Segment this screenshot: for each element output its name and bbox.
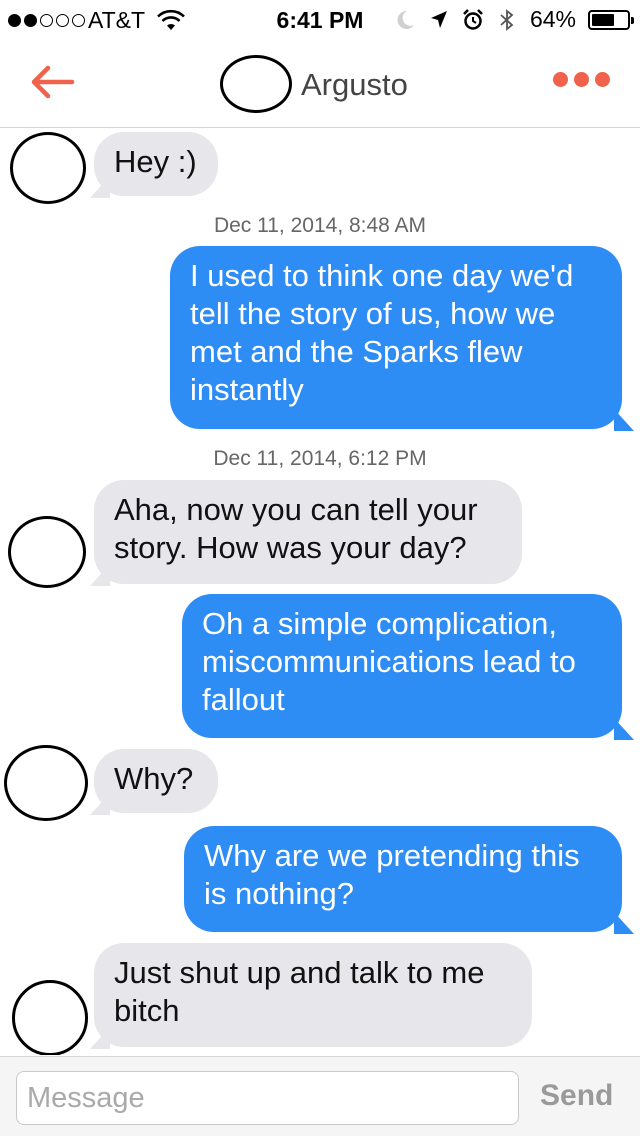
outgoing-message: Why are we pretending this is nothing? <box>184 826 622 932</box>
send-button[interactable]: Send <box>540 1079 613 1113</box>
location-arrow-icon <box>430 10 447 28</box>
arrow-left-icon[interactable] <box>26 62 82 102</box>
incoming-message: Aha, now you can tell your story. How wa… <box>94 480 522 584</box>
message-timestamp: Dec 11, 2014, 8:48 AM <box>213 214 427 237</box>
incoming-message: Hey :) <box>94 132 218 196</box>
battery-icon <box>588 9 634 30</box>
outgoing-message: Oh a simple complication, miscommunicati… <box>182 594 622 738</box>
incoming-message: Just shut up and talk to me bitch <box>94 943 532 1047</box>
outgoing-message: I used to think one day we'd tell the st… <box>170 246 622 429</box>
sender-avatar <box>10 132 86 204</box>
sender-avatar <box>12 980 88 1055</box>
bluetooth-icon <box>500 8 514 31</box>
message-thread[interactable]: Hey :) Dec 11, 2014, 8:48 AM I used to t… <box>0 129 640 1055</box>
sender-avatar <box>4 745 88 821</box>
message-timestamp: Dec 11, 2014, 6:12 PM <box>213 447 427 470</box>
chat-header: Argusto <box>0 40 640 128</box>
sender-avatar <box>8 516 86 588</box>
battery-percent: 64% <box>529 6 576 32</box>
do-not-disturb-icon <box>397 10 414 29</box>
contact-name[interactable]: Argusto <box>301 67 408 103</box>
incoming-message: Why? <box>94 749 218 813</box>
three-dots-icon[interactable] <box>553 72 610 87</box>
contact-avatar[interactable] <box>220 55 292 113</box>
alarm-icon <box>463 8 483 30</box>
message-composer: Send <box>0 1056 640 1136</box>
message-input[interactable] <box>16 1071 519 1125</box>
status-bar: AT&T 6:41 PM 64% <box>0 0 640 40</box>
